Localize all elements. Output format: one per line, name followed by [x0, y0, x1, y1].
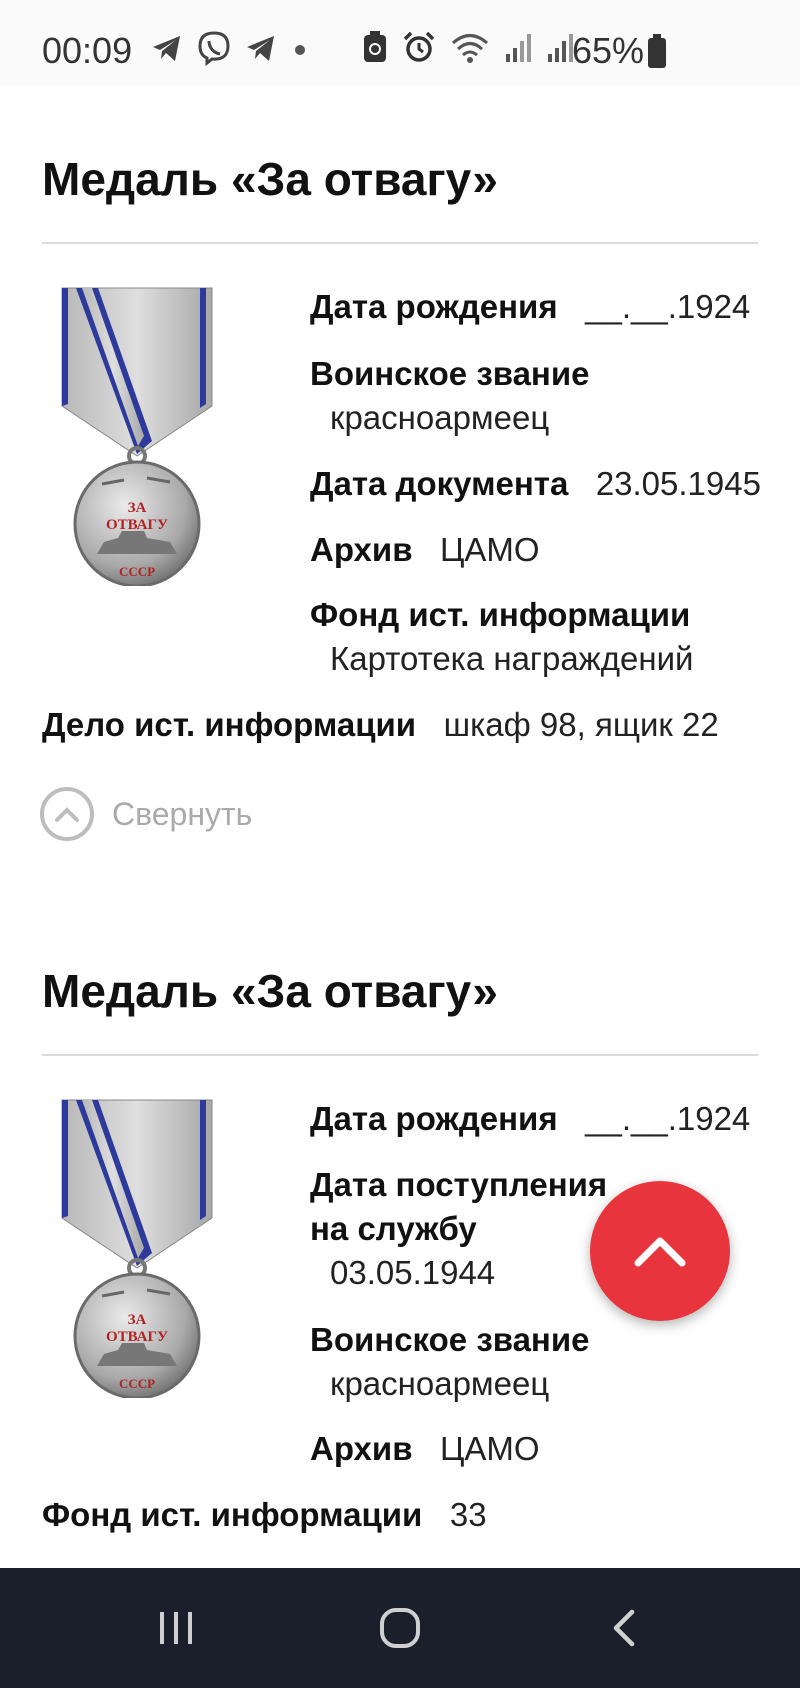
field-label: Воинское звание — [310, 1321, 590, 1358]
medal-inscription: ОТВАГУ — [106, 1329, 168, 1345]
medal-image: ЗА ОТВАГУ СССР — [61, 287, 213, 586]
status-notification-icons — [150, 30, 310, 66]
dot-icon — [295, 45, 305, 55]
field-case: Дело ист. информации шкаф 98, ящик 22 — [42, 703, 719, 747]
field-label: Дело ист. информации — [42, 706, 417, 743]
status-time: 00:09 — [42, 30, 133, 71]
recent-apps-button[interactable] — [136, 1598, 216, 1658]
telegram-icon — [153, 36, 180, 61]
award-title: Медаль «За отвагу» — [42, 965, 498, 1017]
medal-inscription: ЗА — [128, 1312, 147, 1328]
viber-icon — [198, 31, 230, 66]
medal-inscription: ОТВАГУ — [106, 517, 168, 533]
field-label: Фонд ист. информации — [310, 596, 691, 633]
medal-image: ЗА ОТВАГУ СССР — [61, 1099, 213, 1398]
field-rank: Воинское звание красноармеец — [310, 352, 590, 440]
alarm-icon — [403, 31, 435, 62]
field-value: красноармеец — [330, 1365, 550, 1402]
field-value: ЦАМО — [440, 531, 540, 568]
field-fund: Фонд ист. информации 33 — [42, 1493, 487, 1537]
signal-icon — [506, 34, 531, 62]
battery-icon — [648, 34, 666, 68]
field-value: 23.05.1945 — [595, 465, 761, 502]
medal-inscription: СССР — [119, 564, 155, 579]
field-value: __.__.1924 — [585, 288, 751, 325]
field-birth-date: Дата рождения __.__.1924 — [310, 1097, 750, 1141]
field-fund: Фонд ист. информации Картотека награжден… — [310, 593, 693, 681]
field-label: Дата рождения — [310, 288, 558, 325]
battery-percent: 65% — [572, 30, 645, 71]
home-icon — [380, 1608, 420, 1648]
award-list[interactable]: Медаль «За отвагу» ЗА ОТВАГУ СССР Дата р… — [0, 86, 800, 1568]
field-value: 33 — [449, 1496, 487, 1533]
wifi-icon — [452, 34, 488, 63]
field-label: Архив — [310, 531, 413, 568]
field-document-date: Дата документа 23.05.1945 — [310, 462, 761, 506]
signal-icon — [548, 34, 573, 62]
field-value: __.__.1924 — [585, 1100, 751, 1137]
field-birth-date: Дата рождения __.__.1924 — [310, 285, 750, 329]
system-nav-bar — [0, 1568, 800, 1688]
recent-apps-icon — [160, 1612, 192, 1644]
field-value: ЦАМО — [440, 1430, 540, 1467]
status-bar: 00:09 65% — [0, 0, 800, 86]
field-rank: Воинское звание красноармеец — [310, 1318, 590, 1406]
field-archive: Архив ЦАМО — [310, 1427, 540, 1471]
scroll-to-top-button[interactable] — [590, 1181, 730, 1321]
award-title: Медаль «За отвагу» — [42, 153, 498, 205]
field-label: Дата рождения — [310, 1100, 558, 1137]
back-button[interactable] — [584, 1598, 664, 1658]
field-label: Дата поступления на службу — [310, 1166, 608, 1247]
field-label: Воинское звание — [310, 355, 590, 392]
divider — [42, 242, 758, 244]
collapse-button[interactable]: Свернуть — [40, 787, 252, 841]
chevron-up-icon — [634, 1237, 686, 1267]
chevron-up-icon — [40, 787, 94, 841]
divider — [42, 1054, 758, 1056]
battery-saver-icon — [364, 31, 386, 62]
back-icon — [613, 1609, 635, 1647]
home-button[interactable] — [360, 1598, 440, 1658]
telegram-icon — [247, 36, 274, 61]
medal-inscription: ЗА — [128, 500, 147, 516]
collapse-label: Свернуть — [112, 795, 253, 832]
field-value: Картотека награждений — [330, 640, 694, 677]
field-value: красноармеец — [330, 399, 550, 436]
status-system-icons — [362, 30, 574, 64]
field-label: Архив — [310, 1430, 413, 1467]
medal-inscription: СССР — [119, 1376, 155, 1391]
field-label: Дата документа — [310, 465, 569, 502]
field-archive: Архив ЦАМО — [310, 528, 540, 572]
field-label: Фонд ист. информации — [42, 1496, 423, 1533]
field-value: шкаф 98, ящик 22 — [443, 706, 719, 743]
